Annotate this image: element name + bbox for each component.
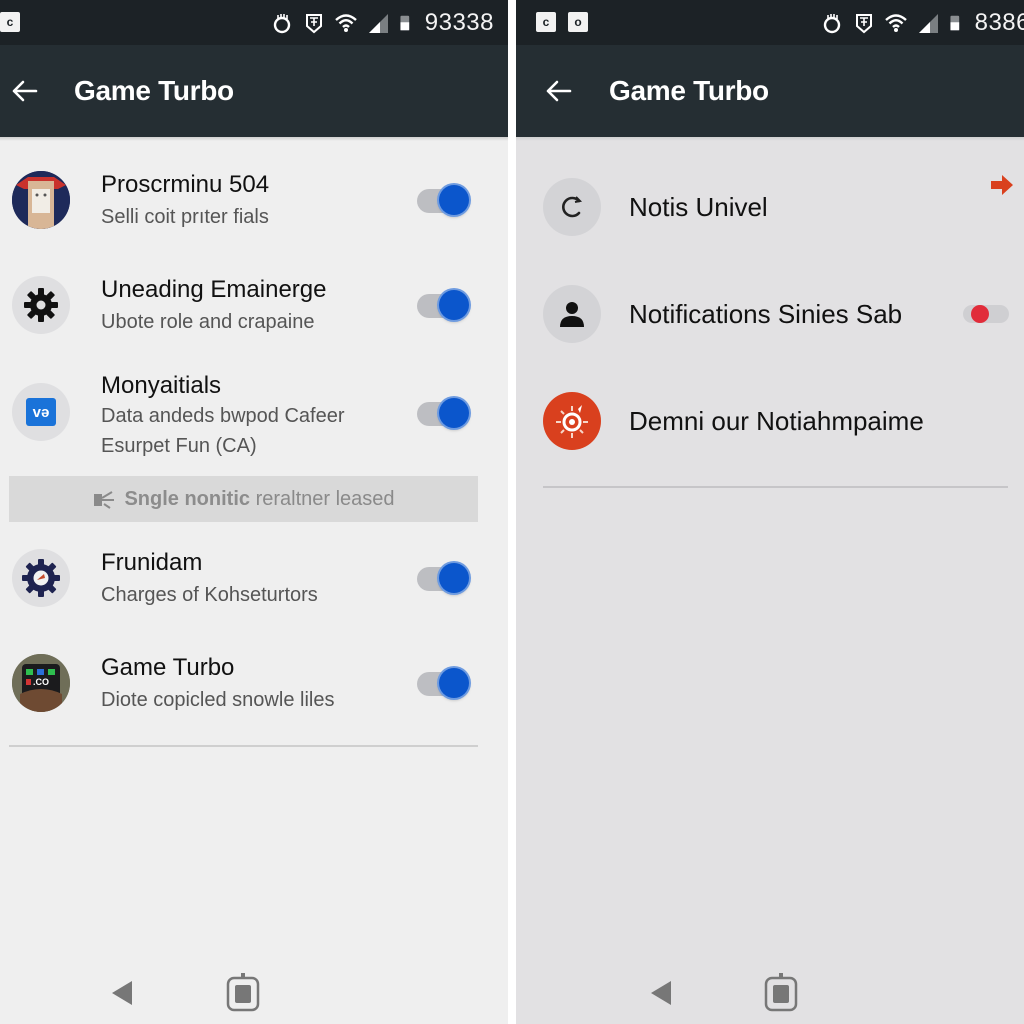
item-toggle[interactable] (417, 398, 469, 428)
svg-text:.CO: .CO (33, 677, 49, 687)
person-icon (543, 285, 601, 343)
wifi-icon (334, 14, 357, 32)
shield-icon (855, 14, 872, 34)
c-app-icon: c (0, 12, 20, 32)
app-bar-shadow (516, 137, 1024, 141)
item-title: Monyaitials (101, 372, 222, 399)
app-bar: Game Turbo (0, 45, 508, 137)
item-title: Game Turbo (101, 654, 235, 681)
nav-back-icon[interactable] (649, 976, 673, 1010)
item-title: Notis Univel (629, 192, 768, 222)
arrow-right-icon[interactable] (989, 172, 1015, 198)
battery-icon (950, 15, 959, 31)
item-toggle[interactable] (963, 303, 1009, 323)
item-title: Frunidam (101, 549, 203, 576)
item-subtitle-line-2: Esurpet Fun (CA) (101, 435, 257, 457)
back-arrow-icon[interactable] (542, 75, 574, 107)
page-title: Game Turbo (609, 75, 769, 106)
shield-icon (305, 14, 322, 34)
hand-icon (273, 14, 290, 34)
status-time: 8386 (974, 9, 1024, 36)
burst-icon (543, 392, 601, 450)
c-app-icon: c (536, 12, 556, 32)
status-bar: c o 8386 (516, 0, 1024, 45)
item-subtitle: Selli coit prıter fials (101, 206, 269, 228)
gear-badge-icon (12, 549, 70, 607)
left-screen: c 93338 Game Turbo Proscrminu 504 Selli … (0, 0, 508, 1024)
signal-icon (918, 14, 938, 33)
wifi-icon (884, 14, 907, 32)
item-subtitle: Charges of Kohseturtors (101, 584, 318, 606)
refresh-icon (543, 178, 601, 236)
app-bar-shadow (0, 137, 508, 141)
game-turbo-app-icon: .CO (12, 654, 70, 712)
item-toggle[interactable] (417, 668, 469, 698)
item-title: Demni our Notiahmpaime (629, 406, 924, 436)
signal-icon (368, 14, 388, 33)
item-toggle[interactable] (417, 290, 469, 320)
notice-banner: Sngle nonitic reraltner leased (9, 476, 478, 522)
app-bar: Game Turbo (516, 45, 1024, 137)
battery-icon (400, 15, 409, 31)
o-app-icon: o (568, 12, 588, 32)
item-toggle[interactable] (417, 185, 469, 215)
nav-home-icon[interactable] (226, 972, 260, 1012)
item-toggle[interactable] (417, 563, 469, 593)
list-divider (9, 745, 478, 747)
hand-icon (823, 14, 840, 34)
notice-text: Sngle nonitic reraltner leased (124, 487, 395, 510)
vpn-app-icon: və (12, 383, 70, 441)
hammer-icon (94, 491, 115, 509)
item-title: Notifications Sinies Sab (629, 299, 903, 329)
nav-back-icon[interactable] (110, 976, 134, 1010)
app-portrait-icon (12, 171, 70, 229)
right-screen: c o 8386 Game Turbo Notis Univel Notific… (516, 0, 1024, 1024)
nav-home-icon[interactable] (764, 972, 798, 1012)
status-bar: c 93338 (0, 0, 508, 45)
item-title: Uneading Emainerge (101, 276, 327, 303)
status-time: 93338 (424, 9, 494, 36)
item-subtitle-line-1: Data andeds bwpod Cafeer (101, 405, 345, 427)
page-title: Game Turbo (74, 75, 234, 106)
item-title: Proscrminu 504 (101, 171, 270, 198)
item-subtitle: Diote copicled snowle liles (101, 689, 335, 711)
gear-icon (12, 276, 70, 334)
item-subtitle: Ubote role and crapaine (101, 311, 315, 333)
back-arrow-icon[interactable] (8, 75, 40, 107)
list-divider (543, 486, 1008, 488)
